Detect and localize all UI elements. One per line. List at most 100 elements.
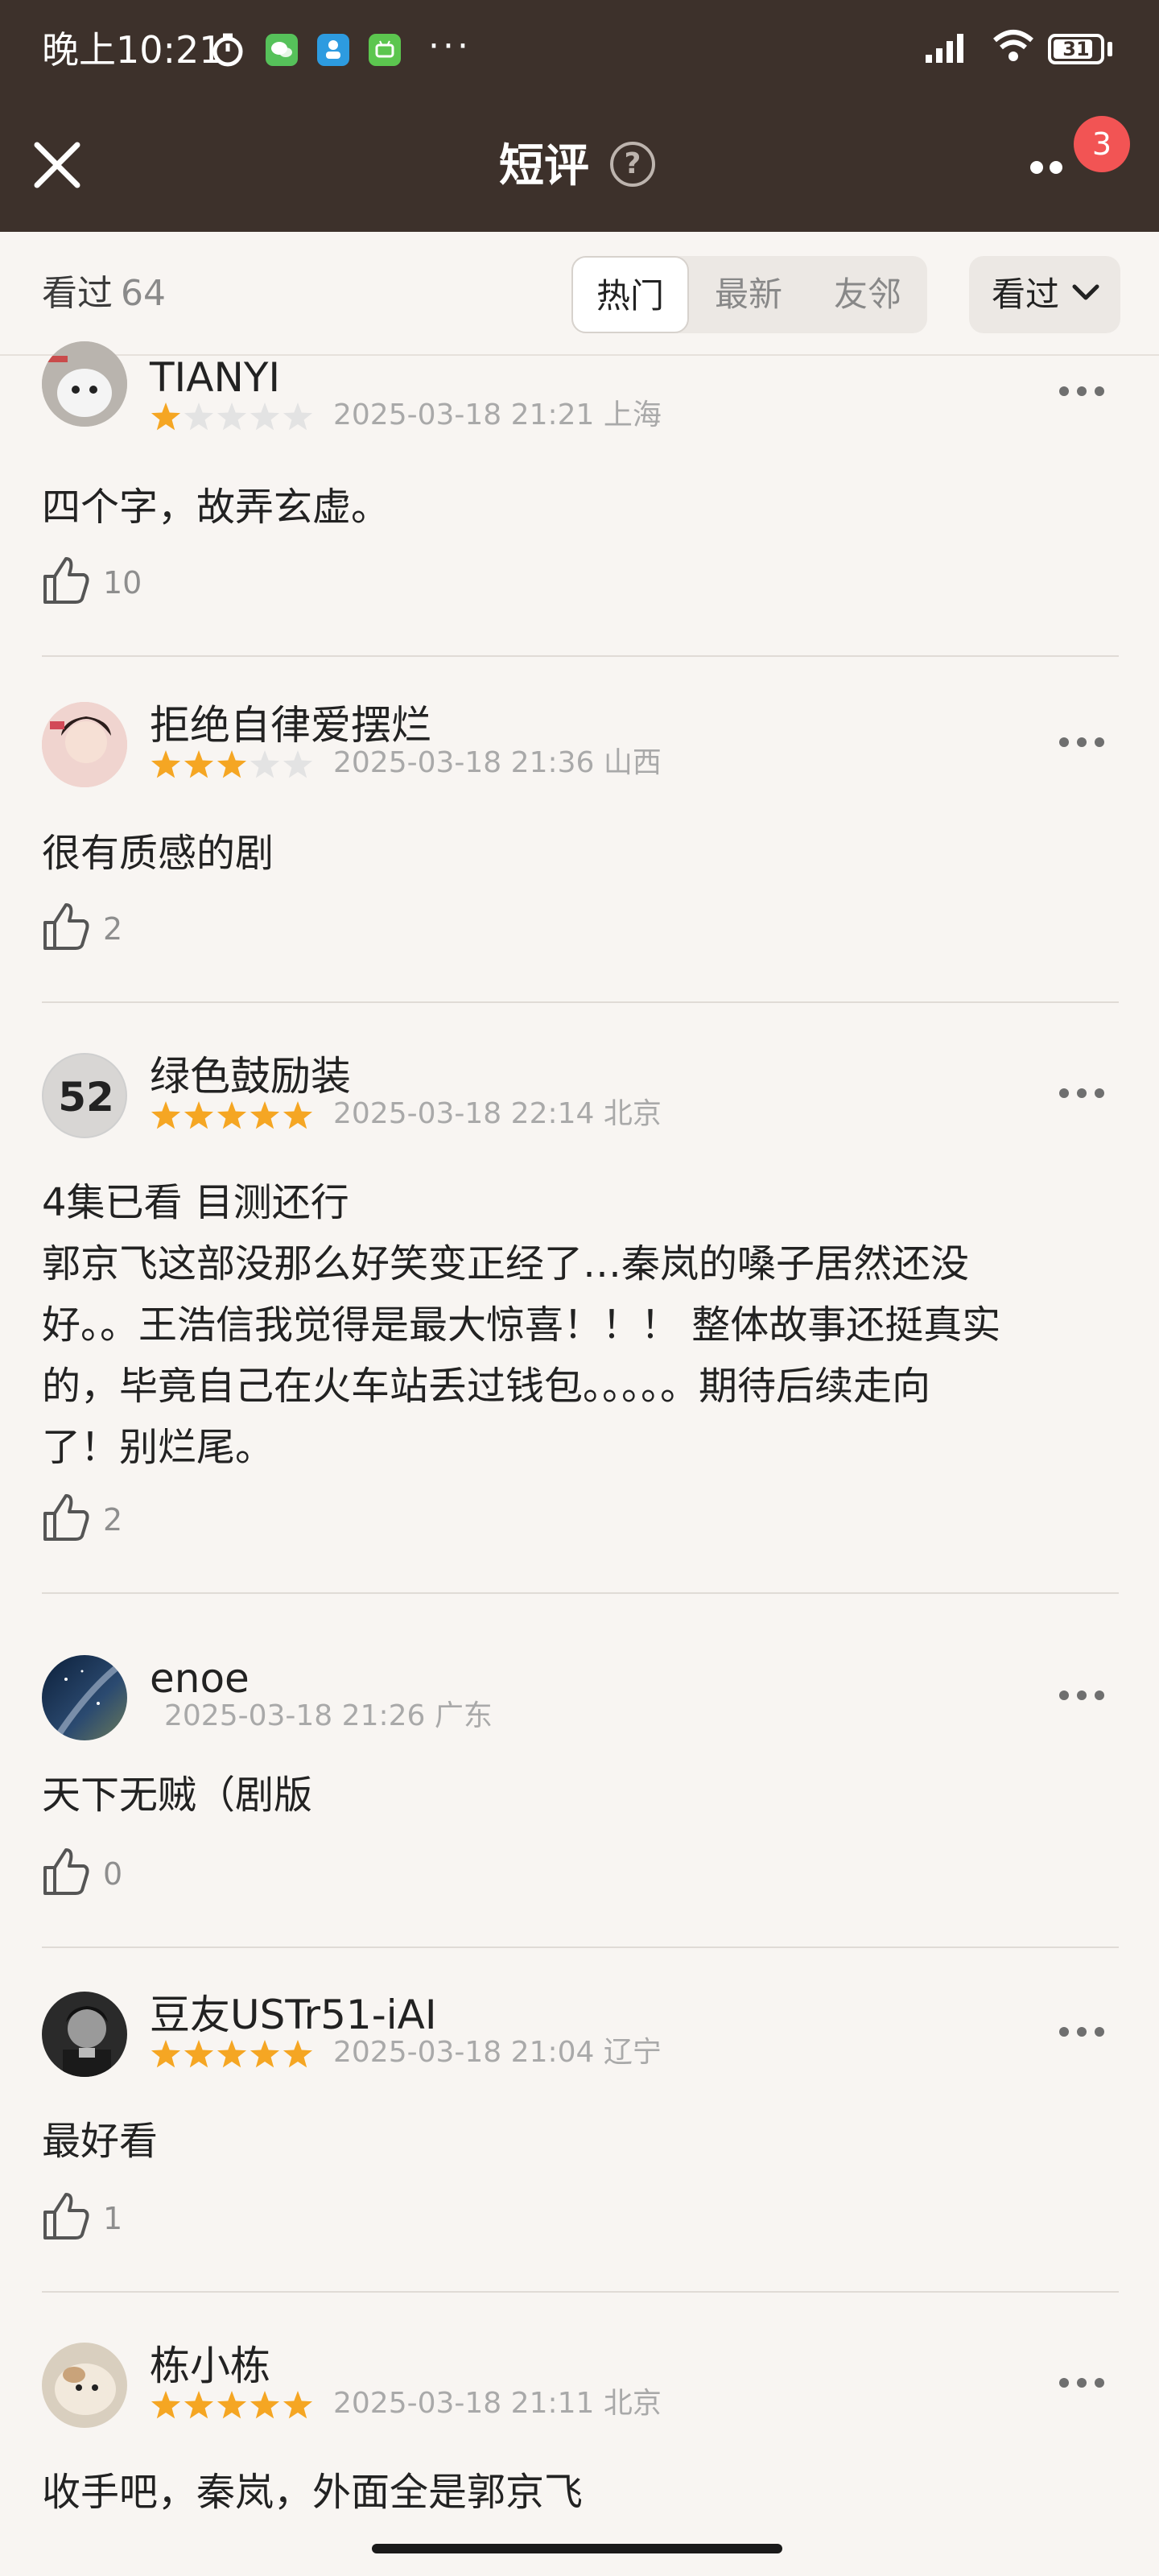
- like-count: 2: [103, 1502, 123, 1538]
- comment-more-button[interactable]: [1059, 2022, 1107, 2041]
- avatar[interactable]: 52: [42, 1053, 127, 1138]
- help-icon[interactable]: ?: [610, 142, 655, 187]
- guinea-pig-avatar: [42, 2343, 127, 2428]
- comment-text-line: 4集已看 目测还行: [42, 1180, 349, 1225]
- tab-friends[interactable]: 友邻: [808, 256, 927, 333]
- star-filled-icon: [250, 2040, 280, 2068]
- android-app-icon: [369, 34, 401, 66]
- like-button[interactable]: 2: [42, 900, 122, 956]
- star-filled-icon: [151, 2391, 181, 2419]
- comment-more-button[interactable]: [1059, 2373, 1107, 2392]
- comment-date: 2025-03-18 21:21: [333, 398, 595, 431]
- comment-location: 北京: [603, 2387, 662, 2420]
- app-notification-icon: [317, 34, 349, 66]
- like-button[interactable]: 2: [42, 1491, 122, 1547]
- comment-date: 2025-03-18 22:14: [333, 1097, 595, 1130]
- battery-icon: 31: [1048, 34, 1104, 64]
- star-filled-icon: [250, 1101, 280, 1129]
- avatar[interactable]: [42, 1655, 127, 1740]
- notification-badge[interactable]: 3: [1074, 116, 1130, 172]
- star-empty-icon: [283, 750, 313, 778]
- comment-text: 很有质感的剧: [42, 831, 274, 876]
- nav-bar: 短评 ? 3: [0, 100, 1159, 232]
- divider: [42, 1001, 1119, 1003]
- comment-location: 北京: [603, 1097, 662, 1130]
- star-filled-icon: [184, 1101, 214, 1129]
- comment-meta: 2025-03-18 21:04 辽宁: [333, 2033, 662, 2072]
- wechat-icon: [266, 34, 298, 66]
- star-filled-icon: [151, 2040, 181, 2068]
- avatar[interactable]: [42, 702, 127, 787]
- seen-label: 看过: [42, 273, 113, 314]
- comment-more-button[interactable]: [1059, 1084, 1107, 1103]
- comment-meta: 2025-03-18 21:11 北京: [333, 2384, 662, 2423]
- thumbs-up-icon: [43, 903, 89, 950]
- star-empty-icon: [283, 402, 313, 431]
- comment-text: 天下无贼（剧版: [42, 1773, 313, 1818]
- star-rating: [151, 750, 313, 778]
- comment-date: 2025-03-18 21:26: [164, 1699, 426, 1732]
- comment-text: 最好看: [42, 2119, 159, 2164]
- comment-meta: 2025-03-18 21:21 上海: [333, 396, 662, 435]
- avatar[interactable]: [42, 2343, 127, 2428]
- comment-more-button[interactable]: [1059, 1686, 1107, 1705]
- home-indicator: [372, 2544, 782, 2553]
- comment-text-line: 的，毕竟自己在火车站丢过钱包。。。。。期待后续走向: [42, 1364, 931, 1409]
- star-filled-icon: [151, 402, 181, 431]
- avatar-text: 52: [58, 1074, 114, 1121]
- comment-meta: 2025-03-18 21:36 山西: [333, 744, 662, 782]
- comment-text-line: 了！别烂尾。: [42, 1425, 274, 1470]
- white-cat-avatar: [42, 341, 127, 427]
- seen-filter-label: 看过: [992, 275, 1060, 314]
- signal-icon: [926, 34, 963, 63]
- star-rating: [151, 1101, 313, 1129]
- avatar[interactable]: [42, 1992, 127, 2077]
- divider: [42, 655, 1119, 657]
- comment-text: 收手吧，秦岚，外面全是郭京飞: [42, 2470, 584, 2515]
- close-icon[interactable]: [24, 132, 92, 200]
- seen-count: 看过 64: [42, 267, 166, 320]
- star-filled-icon: [250, 2391, 280, 2419]
- comment-date: 2025-03-18 21:04: [333, 2036, 595, 2069]
- status-more: ···: [428, 26, 472, 67]
- avatar[interactable]: [42, 341, 127, 427]
- thumbs-up-icon: [43, 557, 89, 604]
- thumbs-up-icon: [43, 2193, 89, 2240]
- comment-text-line: 好。。王浩信我觉得是最大惊喜！！！ 整体故事还挺真实: [42, 1302, 1001, 1348]
- like-button[interactable]: 10: [42, 554, 142, 610]
- comment-date: 2025-03-18 21:11: [333, 2387, 595, 2420]
- username[interactable]: 栋小栋: [150, 2339, 270, 2392]
- like-count: 2: [103, 911, 123, 947]
- top-bar: 晚上10:21 ··· 31 短评 ? 3: [0, 0, 1159, 232]
- tab-hot[interactable]: 热门: [571, 256, 689, 333]
- username[interactable]: 绿色鼓励装: [150, 1050, 351, 1103]
- thumbs-up-icon: [43, 1494, 89, 1541]
- username[interactable]: TIANYI: [150, 351, 280, 404]
- divider: [42, 2291, 1119, 2293]
- star-rating: [151, 2040, 313, 2068]
- star-filled-icon: [217, 750, 247, 778]
- star-filled-icon: [283, 1101, 313, 1129]
- comment-meta: 2025-03-18 22:14 北京: [333, 1095, 662, 1133]
- seen-number: 64: [121, 273, 166, 314]
- star-rating: [151, 402, 313, 431]
- comment-more-button[interactable]: [1059, 733, 1107, 752]
- status-time: 晚上10:21: [42, 28, 223, 72]
- comment-location: 上海: [603, 398, 662, 431]
- tab-latest[interactable]: 最新: [689, 256, 808, 333]
- comment-date: 2025-03-18 21:36: [333, 746, 595, 779]
- comment-text-line: 郭京飞这部没那么好笑变正经了…秦岚的嗓子居然还没: [42, 1241, 970, 1286]
- comment-meta: 2025-03-18 21:26 广东: [164, 1697, 493, 1736]
- more-menu-button[interactable]: [1030, 153, 1079, 177]
- comment-more-button[interactable]: [1059, 382, 1107, 401]
- status-bar: 晚上10:21 ··· 31: [0, 0, 1159, 100]
- star-filled-icon: [151, 1101, 181, 1129]
- wifi-icon: [993, 30, 1033, 61]
- star-filled-icon: [151, 750, 181, 778]
- comment-location: 山西: [603, 746, 662, 779]
- comment-text: 四个字，故弄玄虚。: [42, 485, 390, 530]
- like-button[interactable]: 1: [42, 2190, 122, 2246]
- seen-filter-dropdown[interactable]: 看过: [969, 256, 1120, 333]
- star-filled-icon: [217, 1101, 247, 1129]
- like-button[interactable]: 0: [42, 1845, 122, 1901]
